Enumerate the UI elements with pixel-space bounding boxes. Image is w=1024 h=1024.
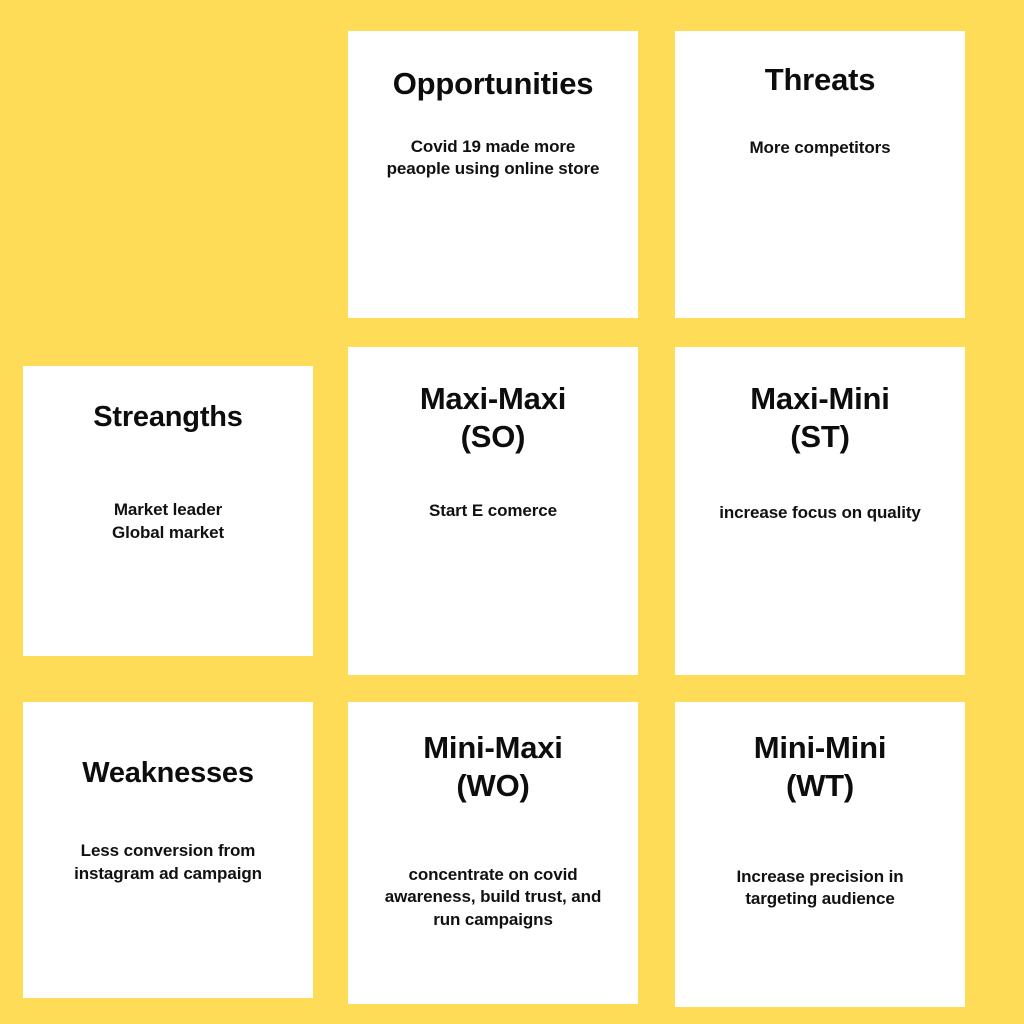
card-body-strengths: Market leader Global market (111, 500, 225, 542)
card-mini-mini-wt[interactable]: Mini-Mini (WT) Increase precision in tar… (675, 702, 965, 1007)
card-strengths[interactable]: Streangths Market leader Global market (23, 366, 313, 656)
card-body-opportunities: Covid 19 made more peaople using online … (386, 136, 600, 179)
tows-matrix: Opportunities Covid 19 made more peaople… (0, 0, 1024, 1024)
card-mini-maxi-wo[interactable]: Mini-Maxi (WO) concentrate on covid awar… (348, 702, 638, 1004)
card-title-mini-mini-wt: Mini-Mini (WT) (753, 730, 887, 803)
card-title-threats: Threats (764, 62, 876, 97)
card-title-weaknesses: Weaknesses (82, 757, 254, 789)
card-body-threats: More competitors (749, 137, 891, 157)
card-maxi-mini-st[interactable]: Maxi-Mini (ST) increase focus on quality (675, 347, 965, 675)
card-threats[interactable]: Threats More competitors (675, 31, 965, 318)
card-body-maxi-mini-st: increase focus on quality (719, 502, 921, 522)
card-body-weaknesses: Less conversion from instagram ad campai… (74, 841, 262, 883)
card-weaknesses[interactable]: Weaknesses Less conversion from instagra… (23, 702, 313, 998)
card-opportunities[interactable]: Opportunities Covid 19 made more peaople… (348, 31, 638, 318)
card-body-maxi-maxi-so: Start E comerce (429, 500, 557, 520)
card-title-maxi-mini-st: Maxi-Mini (ST) (750, 381, 890, 454)
card-title-opportunities: Opportunities (392, 66, 594, 101)
card-title-strengths: Streangths (93, 401, 243, 433)
card-maxi-maxi-so[interactable]: Maxi-Maxi (SO) Start E comerce (348, 347, 638, 675)
card-title-mini-maxi-wo: Mini-Maxi (WO) (423, 730, 563, 803)
card-title-maxi-maxi-so: Maxi-Maxi (SO) (419, 381, 567, 454)
card-body-mini-mini-wt: Increase precision in targeting audience (736, 866, 904, 909)
card-body-mini-maxi-wo: concentrate on covid awareness, build tr… (384, 864, 602, 929)
